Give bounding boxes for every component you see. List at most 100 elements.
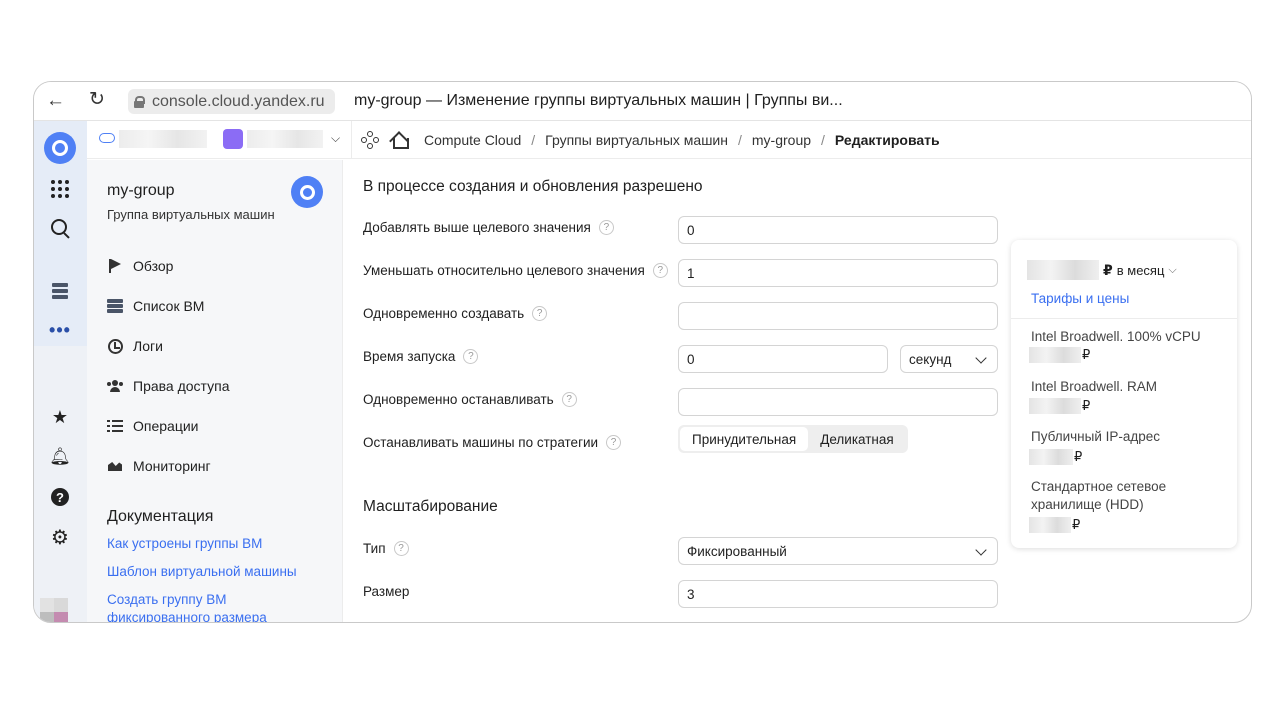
sidebar-item-label: Список ВМ <box>133 298 205 314</box>
cloud-icon <box>99 133 115 143</box>
currency-sign: ₽ <box>1103 261 1113 278</box>
folder-name-redacted[interactable] <box>247 130 323 148</box>
price-amount-redacted <box>1027 260 1099 280</box>
breadcrumb-current: Редактировать <box>834 132 940 148</box>
price-value-redacted <box>1029 517 1071 533</box>
currency-sign: ₽ <box>1082 347 1091 362</box>
help-tooltip-icon[interactable]: ? <box>393 541 409 556</box>
flag-icon <box>107 258 123 274</box>
deploy-policy-title: В процессе создания и обновления разреше… <box>363 178 703 195</box>
services-hub-icon[interactable] <box>361 131 379 149</box>
strategy-option-opportunistic[interactable]: Деликатная <box>808 427 906 451</box>
lock-icon <box>134 95 145 108</box>
chevron-down-icon: ⌵ <box>1168 263 1177 276</box>
help-tooltip-icon[interactable]: ? <box>652 263 668 278</box>
help-tooltip-icon[interactable]: ? <box>606 435 622 450</box>
sidebar-item-logs[interactable]: Логи <box>107 336 163 356</box>
max-creating-label: Одновременно создавать ? <box>363 306 548 321</box>
sidebar-item-label: Обзор <box>133 258 174 274</box>
breadcrumb-instance-groups[interactable]: Группы виртуальных машин <box>545 132 728 148</box>
breadcrumb: Compute Cloud / Группы виртуальных машин… <box>424 132 940 148</box>
max-deleting-input[interactable] <box>678 388 998 416</box>
instance-group-icon <box>291 176 323 208</box>
help-tooltip-icon[interactable]: ? <box>561 392 577 407</box>
price-value-hdd: ₽ <box>1029 517 1080 533</box>
group-size-label: Размер <box>363 584 409 599</box>
sidebar-item-overview[interactable]: Обзор <box>107 256 173 276</box>
doc-link-groups[interactable]: Как устроены группы ВМ <box>107 535 327 553</box>
breadcrumb-separator: / <box>738 132 742 148</box>
more-services-icon[interactable]: ••• <box>47 317 73 343</box>
scale-policy-title: Масштабирование <box>363 498 498 515</box>
time-unit-value: секунд <box>909 351 952 367</box>
scale-type-select[interactable]: Фиксированный <box>678 537 998 565</box>
currency-sign: ₽ <box>1072 517 1081 532</box>
service-sidebar: my-group Группа виртуальных машин Обзор … <box>87 160 343 622</box>
url-field[interactable]: console.cloud.yandex.ru <box>128 89 335 114</box>
max-expansion-label: Добавлять выше целевого значения ? <box>363 220 614 235</box>
field-label: Время запуска <box>363 349 456 364</box>
price-card: ₽ в месяц ⌵ Тарифы и цены Intel Broadwel… <box>1011 240 1237 548</box>
compute-service-icon[interactable] <box>47 278 73 304</box>
breadcrumb-compute-cloud[interactable]: Compute Cloud <box>424 132 521 148</box>
users-icon <box>107 378 123 394</box>
price-item-ip: Публичный IP-адрес <box>1031 429 1161 444</box>
bell-icon[interactable]: 🔔︎ <box>47 444 73 470</box>
max-creating-input[interactable] <box>678 302 998 330</box>
browser-window: ← ↻ console.cloud.yandex.ru my-group — И… <box>33 81 1252 623</box>
sidebar-item-monitoring[interactable]: Мониторинг <box>107 456 211 476</box>
home-icon[interactable] <box>390 130 409 149</box>
settings-gear-icon[interactable]: ⚙ <box>47 524 73 550</box>
help-tooltip-icon[interactable]: ? <box>598 220 614 235</box>
price-value-redacted <box>1029 449 1073 465</box>
sidebar-subtitle: Группа виртуальных машин <box>107 207 275 222</box>
sidebar-title: my-group <box>107 182 175 199</box>
tariffs-link[interactable]: Тарифы и цены <box>1031 291 1129 306</box>
sidebar-item-label: Мониторинг <box>133 458 211 474</box>
strategy-option-proactive[interactable]: Принудительная <box>680 427 809 451</box>
server-list-icon <box>107 298 123 314</box>
doc-link-fixed-group[interactable]: Создать группу ВМ фиксированного размера <box>107 591 267 622</box>
price-total[interactable]: ₽ в месяц ⌵ <box>1027 260 1177 280</box>
doc-link-template[interactable]: Шаблон виртуальной машины <box>107 563 327 581</box>
max-unavailable-label: Уменьшать относительно целевого значения… <box>363 263 668 278</box>
address-bar: ← ↻ console.cloud.yandex.ru my-group — И… <box>34 82 1251 121</box>
sidebar-item-access[interactable]: Права доступа <box>107 376 229 396</box>
all-services-icon[interactable] <box>47 176 73 202</box>
avatar[interactable] <box>40 598 80 622</box>
currency-sign: ₽ <box>1074 449 1083 464</box>
scale-type-value: Фиксированный <box>687 543 787 559</box>
price-value-vcpu: ₽ <box>1029 347 1090 363</box>
price-item-ram: Intel Broadwell. RAM <box>1031 379 1158 394</box>
price-value-redacted <box>1029 398 1081 414</box>
field-label: Уменьшать относительно целевого значения <box>363 263 645 278</box>
startup-duration-input[interactable]: 0 <box>678 345 888 373</box>
chevron-down-icon[interactable]: ⌵ <box>331 131 340 146</box>
cloud-name-redacted[interactable] <box>119 130 207 148</box>
time-unit-select[interactable]: секунд <box>900 345 998 373</box>
history-icon <box>107 338 123 354</box>
max-deleting-label: Одновременно останавливать ? <box>363 392 577 407</box>
price-value-redacted <box>1029 347 1081 363</box>
max-expansion-input[interactable]: 0 <box>678 216 998 244</box>
star-icon[interactable]: ★ <box>47 404 73 430</box>
back-arrow-icon[interactable]: ← <box>46 91 66 111</box>
price-value-ip: ₽ <box>1029 449 1082 465</box>
max-unavailable-input[interactable]: 1 <box>678 259 998 287</box>
sidebar-item-vm-list[interactable]: Список ВМ <box>107 296 204 316</box>
sidebar-item-operations[interactable]: Операции <box>107 416 199 436</box>
reload-icon[interactable]: ↻ <box>89 90 109 110</box>
price-divider <box>1011 318 1237 319</box>
field-label: Одновременно создавать <box>363 306 525 321</box>
breadcrumb-group[interactable]: my-group <box>752 132 811 148</box>
group-size-input[interactable]: 3 <box>678 580 998 608</box>
help-icon[interactable]: ? <box>47 484 73 510</box>
help-tooltip-icon[interactable]: ? <box>532 306 548 321</box>
help-tooltip-icon[interactable]: ? <box>463 349 479 364</box>
cloud-logo-icon[interactable] <box>44 132 76 164</box>
breadcrumb-separator: / <box>821 132 825 148</box>
url-text: console.cloud.yandex.ru <box>152 92 325 110</box>
sidebar-item-label: Права доступа <box>133 378 230 394</box>
scale-type-label: Тип ? <box>363 541 409 556</box>
search-icon[interactable] <box>47 215 73 241</box>
